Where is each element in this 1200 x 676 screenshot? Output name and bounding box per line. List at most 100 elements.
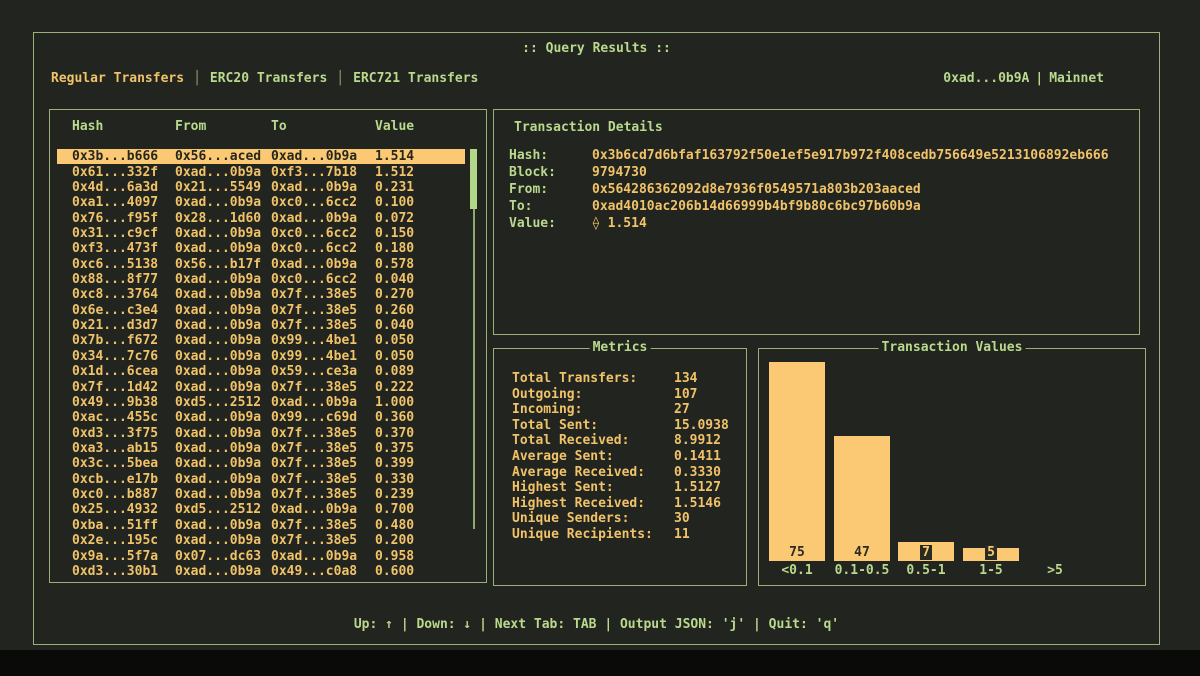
- table-row[interactable]: 0x6e...c3e40xad...0b9a0x7f...38e50.260: [57, 303, 465, 318]
- table-row[interactable]: 0x2e...195c0xad...0b9a0x7f...38e50.200: [57, 533, 465, 548]
- detail-label: Hash:: [509, 148, 592, 165]
- tab-erc721-transfers[interactable]: ERC721 Transfers: [353, 71, 478, 86]
- wallet-info: 0xad...0b9A|Mainnet: [943, 71, 1104, 86]
- table-row[interactable]: 0x88...8f770xad...0b9a0xc0...6cc20.040: [57, 272, 465, 287]
- cell-value: 0.200: [375, 533, 465, 548]
- table-row[interactable]: 0xc6...51380x56...b17f0xad...0b9a0.578: [57, 257, 465, 272]
- detail-field: Value:⟠ 1.514: [509, 216, 1131, 233]
- details-title: Transaction Details: [514, 120, 663, 135]
- table-row[interactable]: 0xba...51ff0xad...0b9a0x7f...38e50.480: [57, 518, 465, 533]
- cell-hash: 0xac...455c: [72, 410, 175, 425]
- tab-regular-transfers[interactable]: Regular Transfers: [51, 71, 184, 86]
- cell-value: 0.100: [375, 195, 465, 210]
- cell-hash: 0x6e...c3e4: [72, 303, 175, 318]
- table-row[interactable]: 0x34...7c760xad...0b9a0x99...4be10.050: [57, 349, 465, 364]
- table-row[interactable]: 0xa1...40970xad...0b9a0xc0...6cc20.100: [57, 195, 465, 210]
- scrollbar-track[interactable]: [473, 209, 475, 529]
- metric-label: Average Received:: [512, 465, 674, 481]
- table-row[interactable]: 0xa3...ab150xad...0b9a0x7f...38e50.375: [57, 441, 465, 456]
- x-tick-label: 0.5-1: [898, 563, 954, 578]
- table-row[interactable]: 0xd3...30b10xad...0b9a0x49...c0a80.600: [57, 564, 465, 579]
- cell-from: 0xad...0b9a: [175, 195, 271, 210]
- table-row[interactable]: 0x7b...f6720xad...0b9a0x99...4be10.050: [57, 333, 465, 348]
- cell-hash: 0xc8...3764: [72, 287, 175, 302]
- detail-value: 9794730: [592, 165, 647, 182]
- table-row[interactable]: 0x9a...5f7a0x07...dc630xad...0b9a0.958: [57, 548, 465, 563]
- cell-from: 0xad...0b9a: [175, 272, 271, 287]
- table-row[interactable]: 0x7f...1d420xad...0b9a0x7f...38e50.222: [57, 379, 465, 394]
- metric-row: Highest Received:1.5146: [512, 496, 740, 512]
- cell-to: 0xc0...6cc2: [271, 226, 375, 241]
- detail-field: To:0xad4010ac206b14d66999b4bf9b80c6bc97b…: [509, 199, 1131, 216]
- bar-value-label: 47: [834, 545, 890, 560]
- table-row[interactable]: 0x21...d3d70xad...0b9a0x7f...38e50.040: [57, 318, 465, 333]
- metric-value: 11: [674, 527, 690, 543]
- bar-value-label: 75: [769, 545, 825, 560]
- metric-value: 107: [674, 387, 697, 403]
- table-row[interactable]: 0x31...c9cf0xad...0b9a0xc0...6cc20.150: [57, 226, 465, 241]
- cell-from: 0xad...0b9a: [175, 226, 271, 241]
- cell-hash: 0x9a...5f7a: [72, 549, 175, 564]
- cell-value: 0.050: [375, 333, 465, 348]
- table-row[interactable]: 0x3c...5bea0xad...0b9a0x7f...38e50.399: [57, 456, 465, 471]
- table-row[interactable]: 0x25...49320xd5...25120xad...0b9a0.700: [57, 502, 465, 517]
- cell-value: 0.375: [375, 441, 465, 456]
- table-scrollbar[interactable]: [470, 149, 479, 579]
- metric-value: 15.0938: [674, 418, 729, 434]
- cell-hash: 0xd3...30b1: [72, 564, 175, 579]
- tab-erc20-transfers[interactable]: ERC20 Transfers: [210, 71, 327, 86]
- table-row[interactable]: 0xac...455c0xad...0b9a0x99...c69d0.360: [57, 410, 465, 425]
- cell-hash: 0x21...d3d7: [72, 318, 175, 333]
- cell-from: 0xad...0b9a: [175, 487, 271, 502]
- table-row[interactable]: 0x1d...6cea0xad...0b9a0x59...ce3a0.089: [57, 364, 465, 379]
- table-row[interactable]: 0xf3...473f0xad...0b9a0xc0...6cc20.180: [57, 241, 465, 256]
- x-tick-label: 1-5: [963, 563, 1019, 578]
- bar-<0.1: [769, 362, 825, 561]
- table-row[interactable]: 0x4d...6a3d0x21...55490xad...0b9a0.231: [57, 180, 465, 195]
- cell-value: 1.514: [375, 149, 465, 164]
- metric-value: 27: [674, 402, 690, 418]
- bar-0.1-0.5: [834, 436, 890, 561]
- cell-hash: 0x4d...6a3d: [72, 180, 175, 195]
- metric-label: Highest Received:: [512, 496, 674, 512]
- cell-to: 0x7f...38e5: [271, 380, 375, 395]
- cell-from: 0xad...0b9a: [175, 241, 271, 256]
- metric-row: Total Received:8.9912: [512, 433, 740, 449]
- table-row[interactable]: 0x49...9b380xd5...25120xad...0b9a1.000: [57, 395, 465, 410]
- metric-value: 1.5127: [674, 480, 721, 496]
- metric-row: Average Received:0.3330: [512, 465, 740, 481]
- bar-value-label: 5: [963, 545, 1019, 560]
- cell-from: 0xad...0b9a: [175, 533, 271, 548]
- bar-value-text: 7: [920, 545, 932, 560]
- metric-label: Outgoing:: [512, 387, 674, 403]
- metric-row: Highest Sent:1.5127: [512, 480, 740, 496]
- column-header-hash: Hash: [72, 119, 175, 134]
- table-row[interactable]: 0x3b...b6660x56...aced0xad...0b9a1.514: [57, 149, 465, 164]
- cell-to: 0xad...0b9a: [271, 395, 375, 410]
- cell-to: 0xad...0b9a: [271, 211, 375, 226]
- table-row[interactable]: 0xcb...e17b0xad...0b9a0x7f...38e50.330: [57, 472, 465, 487]
- cell-hash: 0xd3...3f75: [72, 426, 175, 441]
- cell-from: 0xad...0b9a: [175, 165, 271, 180]
- cell-hash: 0xf3...473f: [72, 241, 175, 256]
- table-row[interactable]: 0xc0...b8870xad...0b9a0x7f...38e50.239: [57, 487, 465, 502]
- cell-hash: 0x25...4932: [72, 502, 175, 517]
- cell-from: 0xd5...2512: [175, 502, 271, 517]
- metric-value: 0.3330: [674, 465, 721, 481]
- table-row[interactable]: 0xd3...3f750xad...0b9a0x7f...38e50.370: [57, 425, 465, 440]
- cell-from: 0xad...0b9a: [175, 472, 271, 487]
- metric-value: 30: [674, 511, 690, 527]
- cell-hash: 0xc6...5138: [72, 257, 175, 272]
- scrollbar-thumb[interactable]: [470, 149, 477, 209]
- cell-value: 0.399: [375, 456, 465, 471]
- table-row[interactable]: 0x76...f95f0x28...1d600xad...0b9a0.072: [57, 210, 465, 225]
- cell-value: 1.512: [375, 165, 465, 180]
- metric-value: 8.9912: [674, 433, 721, 449]
- metric-value: 0.1411: [674, 449, 721, 465]
- detail-value: ⟠ 1.514: [592, 216, 647, 233]
- cell-hash: 0x2e...195c: [72, 533, 175, 548]
- cell-hash: 0xcb...e17b: [72, 472, 175, 487]
- table-row[interactable]: 0xc8...37640xad...0b9a0x7f...38e50.270: [57, 287, 465, 302]
- table-row[interactable]: 0x61...332f0xad...0b9a0xf3...7b181.512: [57, 164, 465, 179]
- cell-value: 0.958: [375, 549, 465, 564]
